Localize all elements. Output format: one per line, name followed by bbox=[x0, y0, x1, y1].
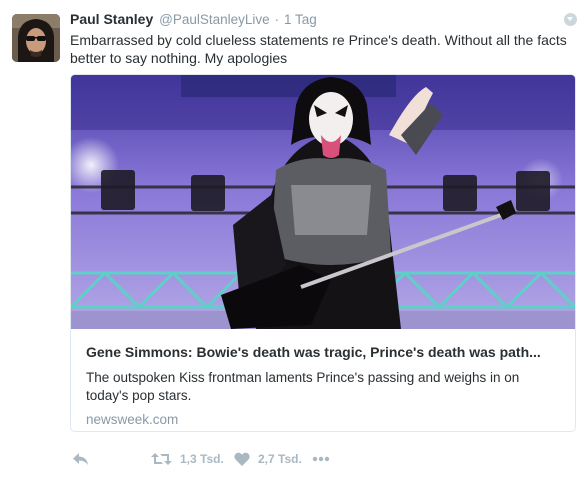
card-image[interactable] bbox=[71, 75, 575, 329]
author-name[interactable]: Paul Stanley bbox=[70, 11, 153, 27]
like-button[interactable]: 2,7 Tsd. bbox=[234, 449, 302, 469]
more-icon bbox=[312, 456, 330, 462]
reply-icon bbox=[72, 452, 89, 466]
tweet-header: Paul Stanley @PaulStanleyLive · 1 Tag bbox=[70, 11, 317, 31]
chevron-down-icon[interactable] bbox=[564, 13, 577, 26]
card-domain: newsweek.com bbox=[86, 412, 179, 427]
retweet-icon bbox=[151, 452, 172, 466]
reply-button[interactable] bbox=[72, 449, 89, 469]
author-handle[interactable]: @PaulStanleyLive bbox=[159, 12, 270, 27]
card-title[interactable]: Gene Simmons: Bowie's death was tragic, … bbox=[86, 343, 560, 361]
tweet-timestamp[interactable]: 1 Tag bbox=[284, 12, 317, 27]
tweet-text: Embarrassed by cold clueless statements … bbox=[70, 32, 567, 66]
retweet-button[interactable]: 1,3 Tsd. bbox=[151, 449, 224, 469]
link-card[interactable]: Gene Simmons: Bowie's death was tragic, … bbox=[70, 74, 576, 432]
retweet-count: 1,3 Tsd. bbox=[180, 452, 224, 466]
card-description: The outspoken Kiss frontman laments Prin… bbox=[86, 370, 520, 403]
avatar[interactable] bbox=[12, 14, 60, 62]
tweet: Paul Stanley @PaulStanleyLive · 1 Tag Em… bbox=[0, 0, 587, 480]
heart-icon bbox=[234, 452, 250, 466]
more-button[interactable] bbox=[312, 449, 330, 469]
tweet-actions: 1,3 Tsd. 2,7 Tsd. bbox=[72, 449, 372, 471]
separator-dot: · bbox=[274, 12, 280, 27]
like-count: 2,7 Tsd. bbox=[258, 452, 302, 466]
card-body: Gene Simmons: Bowie's death was tragic, … bbox=[71, 329, 575, 431]
